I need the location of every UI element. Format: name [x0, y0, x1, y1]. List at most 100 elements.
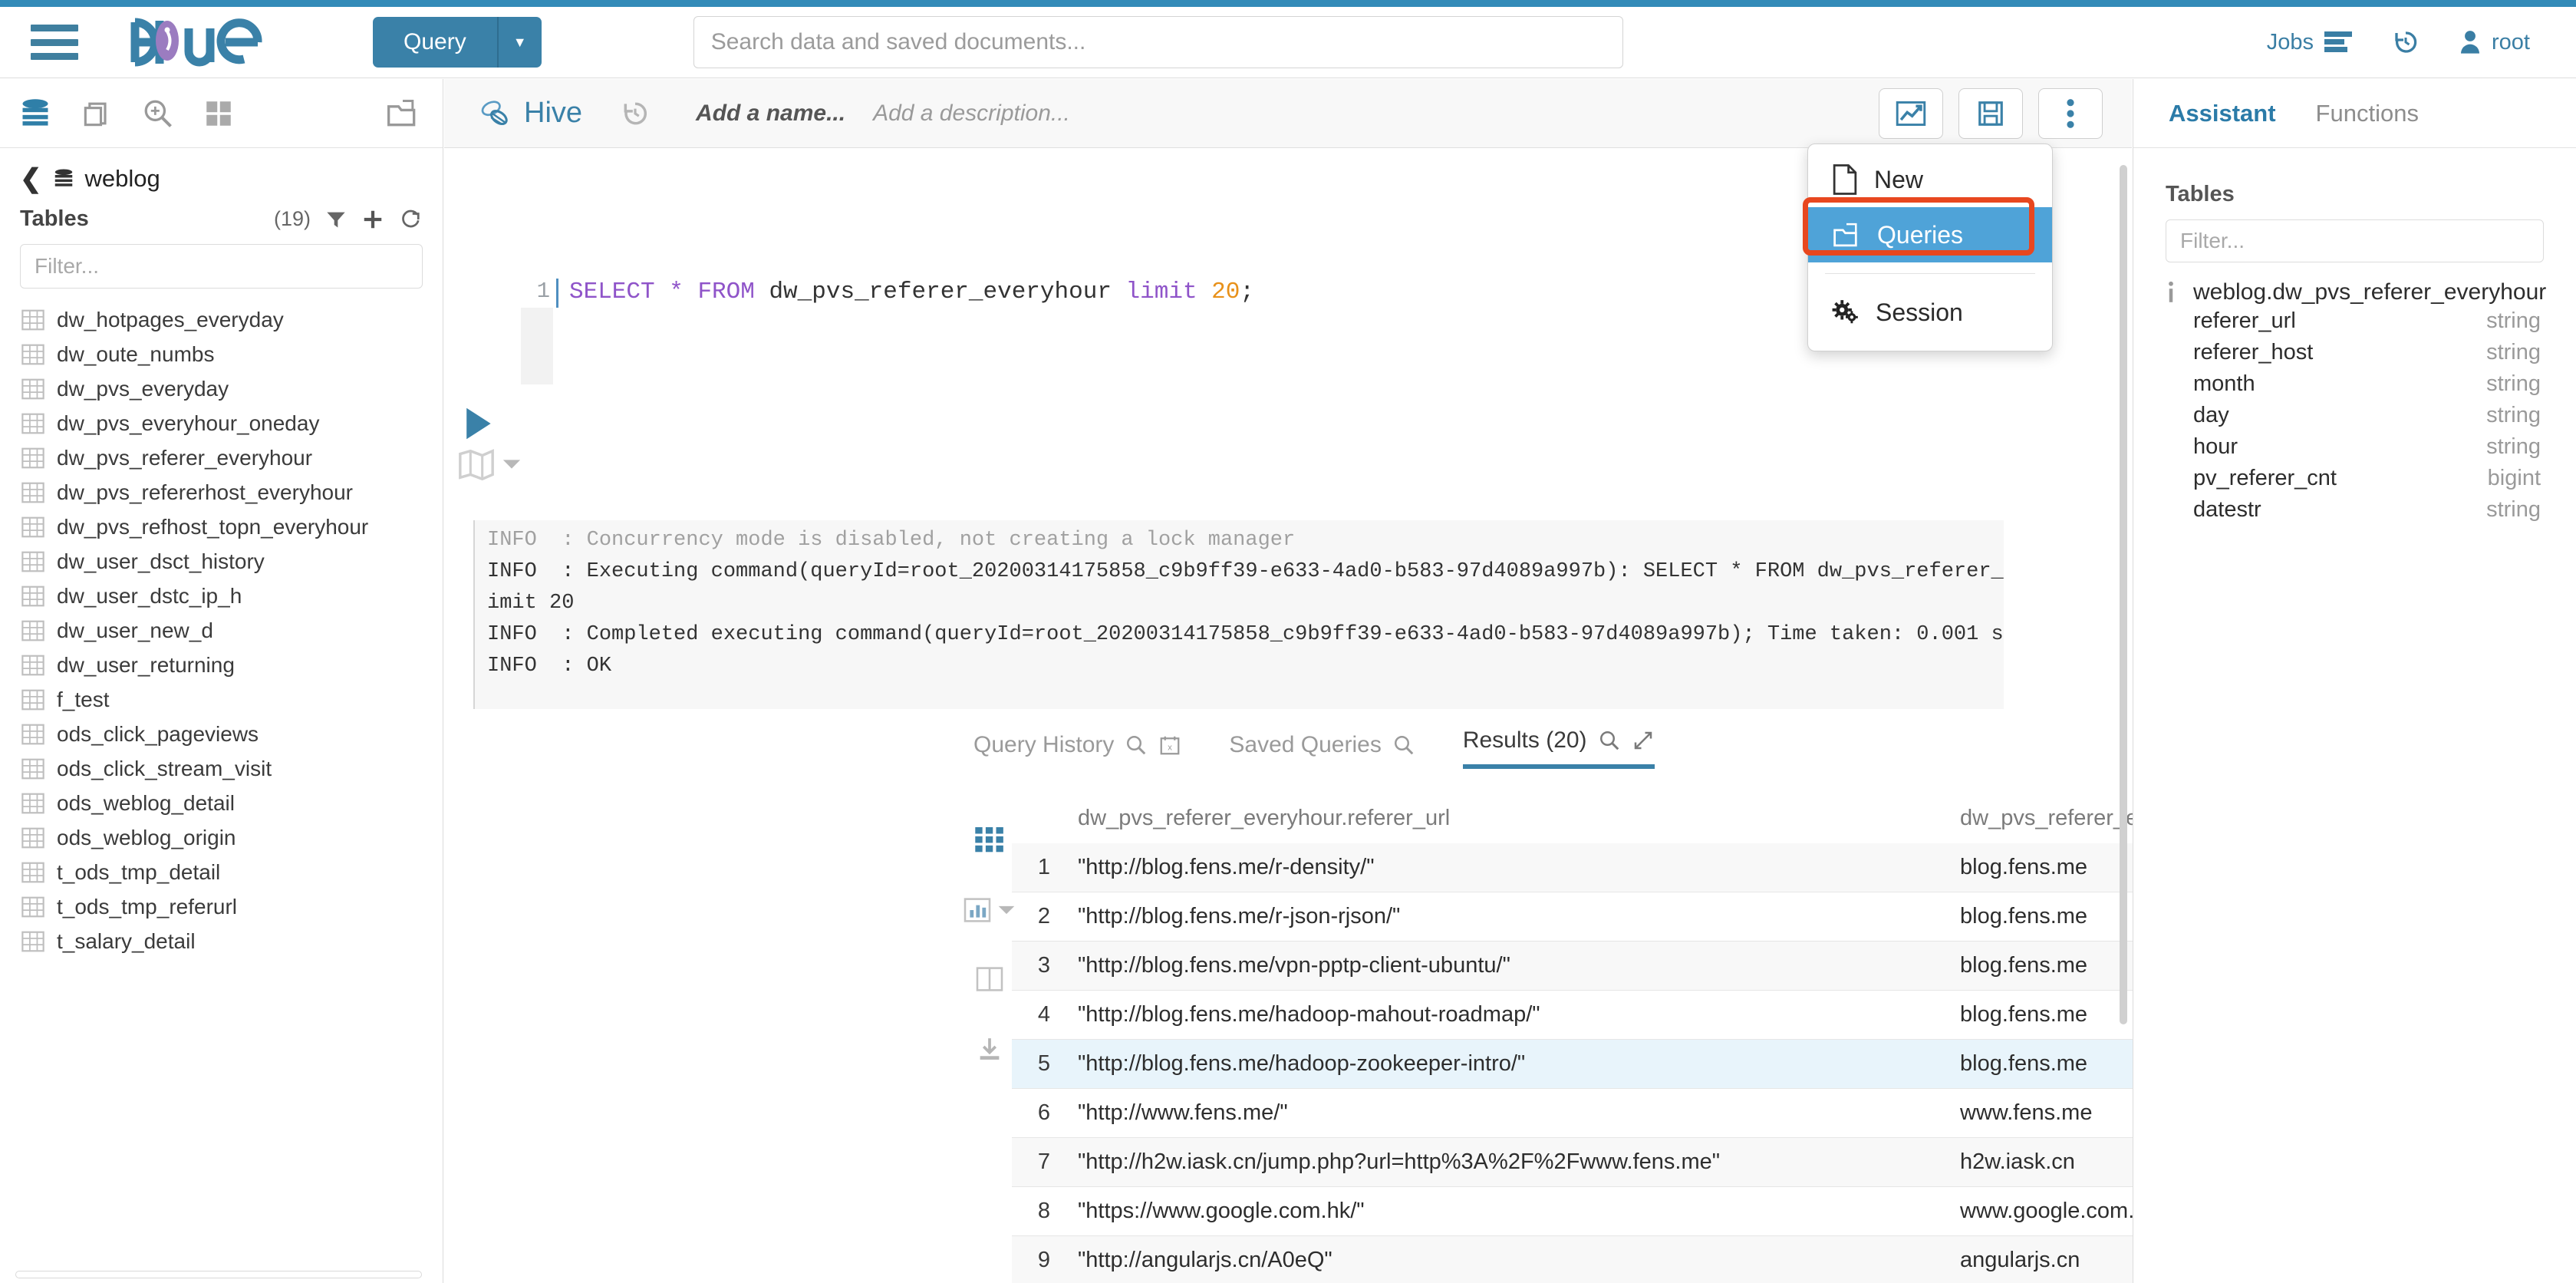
log-line: INFO : Concurrency mode is disabled, not… [487, 529, 1296, 552]
assistant-tables-label: Tables [2166, 182, 2235, 206]
table-icon [21, 862, 44, 882]
run-query-button[interactable] [460, 405, 496, 442]
refresh-icon[interactable] [398, 208, 421, 231]
dropdown-item-queries[interactable]: Queries [1808, 207, 2052, 262]
sidebar-table-item[interactable]: dw_user_new_d [21, 613, 443, 648]
editor-history-icon[interactable] [621, 99, 650, 128]
editor-map-button[interactable] [457, 447, 522, 481]
assistant-column-row[interactable]: day string [2133, 400, 2576, 431]
tables-filter[interactable] [20, 244, 423, 289]
database-icon[interactable] [18, 97, 52, 130]
sidebar-table-item[interactable]: t_salary_detail [21, 924, 443, 958]
search-icon [1394, 736, 1414, 755]
sidebar-table-item[interactable]: f_test [21, 682, 443, 717]
engine-tab-hive[interactable]: Hive [479, 97, 582, 130]
column-type: string [2486, 434, 2541, 459]
assistant-filter-input[interactable] [2166, 219, 2544, 262]
row-index: 1 [1037, 855, 1050, 879]
search-icon [1599, 731, 1619, 750]
tables-filter-input[interactable] [20, 244, 423, 289]
filter-icon[interactable] [324, 209, 348, 230]
query-dropdown-caret[interactable]: ▼ [496, 17, 542, 68]
save-button[interactable] [1958, 87, 2023, 139]
row-index: 3 [1037, 953, 1050, 978]
assistant-filter[interactable] [2133, 219, 2576, 279]
dropdown-item-session[interactable]: Session [1808, 285, 2052, 340]
assistant-column-row[interactable]: referer_host string [2133, 337, 2576, 368]
query-name-input[interactable]: Add a name... [696, 101, 845, 127]
hue-logo[interactable] [129, 18, 290, 67]
column-name: hour [2193, 434, 2238, 459]
tab-functions[interactable]: Functions [2316, 100, 2419, 127]
cell-referer-url: "http://www.fens.me/" [1078, 1100, 1288, 1125]
log-line: imit 20 [487, 592, 575, 615]
sidebar-table-item[interactable]: t_ods_tmp_referurl [21, 889, 443, 924]
column-type: bigint [2487, 466, 2541, 490]
assistant-column-row[interactable]: hour string [2133, 431, 2576, 463]
search-plus-icon[interactable] [141, 97, 175, 130]
back-chevron-icon[interactable]: ❮ [20, 166, 42, 192]
tables-count: (19) [273, 207, 311, 230]
assistant-tabs: Assistant Functions [2133, 79, 2576, 148]
documents-icon[interactable] [80, 97, 114, 130]
sidebar-table-item[interactable]: ods_weblog_detail [21, 786, 443, 820]
sidebar-horizontal-scrollbar[interactable] [15, 1271, 422, 1278]
chart-view-icon[interactable] [964, 898, 1016, 922]
query-button-group[interactable]: Query ▼ [373, 17, 542, 68]
tab-results[interactable]: Results (20) [1462, 727, 1655, 769]
search-input[interactable] [693, 16, 1623, 68]
engine-name: Hive [524, 97, 583, 129]
cell-referer-url: "http://blog.fens.me/vpn-pptp-client-ubu… [1078, 953, 1510, 978]
table-label: dw_pvs_referer_everyhour [57, 445, 313, 470]
add-icon[interactable] [361, 208, 384, 231]
sidebar-table-item[interactable]: dw_hotpages_everyday [21, 302, 443, 337]
user-menu[interactable]: root [2459, 30, 2530, 55]
column-header[interactable]: dw_pvs_referer_everyhour.referer_url [1067, 806, 1960, 831]
sidebar-table-item[interactable]: dw_user_dstc_ip_h [21, 579, 443, 613]
tab-saved-queries[interactable]: Saved Queries [1229, 732, 1415, 769]
jobs-label: Jobs [2266, 29, 2314, 54]
database-name[interactable]: weblog [85, 165, 160, 193]
column-type: string [2486, 497, 2541, 522]
global-search[interactable] [693, 16, 1623, 68]
jobs-link[interactable]: Jobs [2266, 29, 2353, 55]
more-options-dropdown: New Queries Session [1807, 143, 2053, 351]
sidebar-table-item[interactable]: ods_click_pageviews [21, 717, 443, 751]
assistant-column-row[interactable]: datestr string [2133, 494, 2576, 526]
query-description-input[interactable]: Add a description... [873, 101, 1070, 127]
grid-view-icon[interactable] [975, 827, 1004, 853]
table-label: dw_pvs_refererhost_everyhour [57, 480, 353, 504]
apps-grid-icon[interactable] [203, 97, 235, 130]
sidebar-table-item[interactable]: dw_pvs_everyday [21, 371, 443, 406]
history-link[interactable] [2392, 28, 2420, 56]
column-name: pv_referer_cnt [2193, 466, 2337, 490]
sidebar-table-item[interactable]: dw_user_returning [21, 648, 443, 682]
editor-vertical-scrollbar[interactable] [2120, 165, 2127, 1024]
download-icon[interactable] [977, 1036, 1003, 1062]
execution-log: INFO : Concurrency mode is disabled, not… [473, 520, 2004, 709]
assistant-column-row[interactable]: month string [2133, 368, 2576, 400]
sql-text[interactable]: SELECT * FROM dw_pvs_referer_everyhour l… [569, 279, 1254, 305]
tab-assistant[interactable]: Assistant [2169, 100, 2276, 127]
sidebar-table-item[interactable]: dw_pvs_refhost_topn_everyhour [21, 510, 443, 544]
sidebar-table-item[interactable]: dw_user_dsct_history [21, 544, 443, 579]
open-folder-icon[interactable] [384, 97, 421, 130]
dropdown-item-new[interactable]: New [1808, 152, 2052, 207]
more-options-button[interactable] [2038, 87, 2103, 139]
user-icon [2461, 31, 2480, 54]
assistant-column-row[interactable]: pv_referer_cnt bigint [2133, 463, 2576, 494]
assistant-table-entry[interactable]: weblog.dw_pvs_referer_everyhour [2133, 279, 2576, 305]
query-button[interactable]: Query [373, 17, 497, 68]
sidebar-table-item[interactable]: dw_oute_numbs [21, 337, 443, 371]
sidebar-table-item[interactable]: t_ods_tmp_detail [21, 855, 443, 889]
sidebar-table-item[interactable]: dw_pvs_refererhost_everyhour [21, 475, 443, 510]
sidebar-table-item[interactable]: dw_pvs_everyhour_oneday [21, 406, 443, 440]
assistant-column-row[interactable]: referer_url string [2133, 305, 2576, 337]
hamburger-menu-icon[interactable] [31, 25, 78, 60]
chart-toggle-button[interactable] [1879, 87, 1943, 139]
sidebar-table-item[interactable]: dw_pvs_referer_everyhour [21, 440, 443, 475]
tab-query-history[interactable]: Query History x [973, 732, 1181, 769]
columns-view-icon[interactable] [976, 967, 1003, 991]
sidebar-table-item[interactable]: ods_click_stream_visit [21, 751, 443, 786]
sidebar-table-item[interactable]: ods_weblog_origin [21, 820, 443, 855]
